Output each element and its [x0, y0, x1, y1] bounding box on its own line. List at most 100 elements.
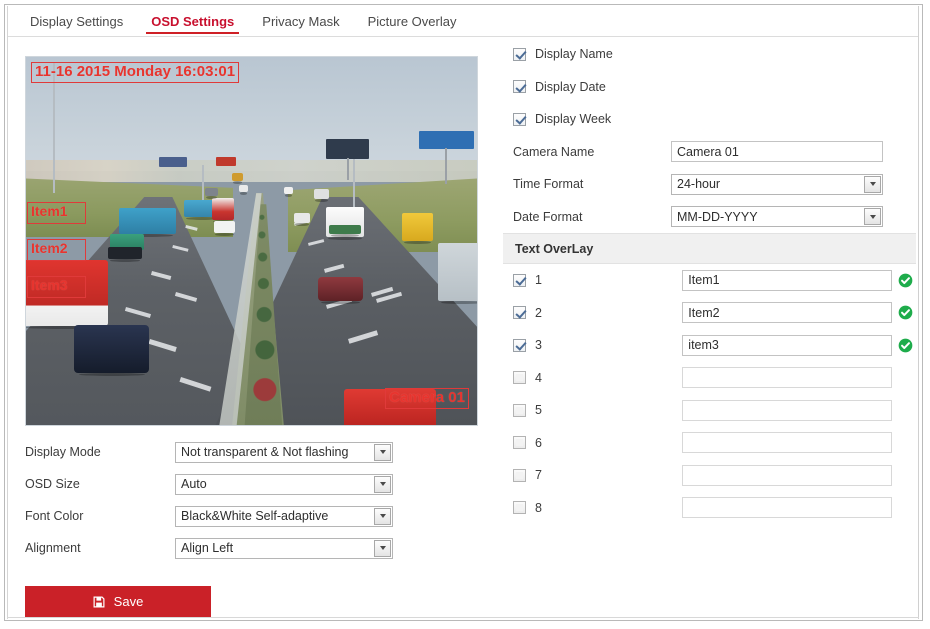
- overlay-text-input-5[interactable]: [682, 399, 892, 421]
- text-overlay-row: 8: [513, 492, 913, 525]
- checkbox-display-week[interactable]: [513, 112, 526, 126]
- status-placeholder: [898, 403, 913, 418]
- checkbox-overlay-7[interactable]: [513, 468, 526, 482]
- video-light-pole: [353, 153, 355, 207]
- tab-bar: Display Settings OSD Settings Privacy Mask…: [8, 7, 918, 37]
- checkbox-overlay-3[interactable]: [513, 338, 526, 352]
- video-billboard-highway-sign: [419, 131, 474, 149]
- overlay-text-input-7[interactable]: [682, 464, 892, 486]
- save-button-label: Save: [113, 594, 144, 609]
- text-overlay-title: Text OverLay: [515, 241, 594, 256]
- osd-settings-page: Display Settings OSD Settings Privacy Mask…: [0, 0, 930, 629]
- chevron-down-icon[interactable]: [374, 507, 391, 525]
- select-font-color[interactable]: Black&White Self-adaptive: [175, 505, 393, 527]
- select-time-format[interactable]: 24-hour: [671, 173, 883, 195]
- checkbox-overlay-5[interactable]: [513, 403, 526, 417]
- video-vehicle-car: [284, 187, 293, 197]
- checkbox-display-name[interactable]: [513, 47, 526, 61]
- select-value: 24-hour: [677, 177, 721, 192]
- overlay-text-input-8[interactable]: [682, 497, 892, 519]
- chevron-down-icon[interactable]: [374, 443, 391, 461]
- setting-label: OSD Size: [25, 477, 80, 491]
- green-check-circle-icon: [898, 273, 913, 288]
- osd-item3-overlay: Item3: [27, 276, 86, 298]
- select-date-format[interactable]: MM-DD-YYYY: [671, 206, 883, 228]
- text-overlay-row: 3: [513, 329, 913, 362]
- video-vehicle-car: [108, 247, 142, 262]
- green-check-circle-icon: [898, 338, 913, 353]
- osd-field-group: Camera Name Time Format 24-hour Date Format…: [513, 136, 913, 234]
- select-value: Auto: [181, 477, 207, 491]
- camera-name-input[interactable]: [671, 141, 883, 163]
- setting-label: Alignment: [25, 541, 81, 555]
- chevron-down-icon[interactable]: [374, 475, 391, 493]
- osd-camera-name-overlay: Camera 01: [385, 388, 469, 409]
- status-placeholder: [898, 435, 913, 450]
- text-overlay-row: 5: [513, 394, 913, 427]
- video-billboard-post: [445, 148, 447, 184]
- osd-item2-overlay: Item2: [27, 239, 86, 261]
- overlay-row-number: 8: [535, 500, 542, 515]
- text-overlay-row: 4: [513, 362, 913, 395]
- checkbox-overlay-4[interactable]: [513, 371, 526, 385]
- tab-privacy-mask[interactable]: Privacy Mask: [248, 7, 353, 36]
- settings-content: 11-16 2015 Monday 16:03:01 Item1 Item2 I…: [8, 38, 918, 617]
- overlay-row-number: 1: [535, 273, 542, 288]
- tab-display-settings[interactable]: Display Settings: [16, 7, 137, 36]
- tab-osd-settings[interactable]: OSD Settings: [137, 7, 248, 36]
- video-vehicle-car: [294, 213, 310, 226]
- tab-picture-overlay[interactable]: Picture Overlay: [354, 7, 471, 36]
- chevron-down-icon[interactable]: [864, 208, 881, 226]
- select-value: Not transparent & Not flashing: [181, 445, 349, 459]
- text-overlay-row: 1: [513, 264, 913, 297]
- video-distant-buildings: [26, 160, 477, 183]
- save-button[interactable]: Save: [25, 586, 211, 617]
- checkbox-overlay-8[interactable]: [513, 501, 526, 515]
- floppy-save-icon: [93, 596, 105, 608]
- select-display-mode[interactable]: Not transparent & Not flashing: [175, 441, 393, 463]
- select-value: Black&White Self-adaptive: [181, 509, 329, 523]
- overlay-text-input-2[interactable]: [682, 302, 892, 324]
- field-row: Camera Name: [513, 136, 913, 169]
- select-value: Align Left: [181, 541, 234, 555]
- video-vehicle-bus: [212, 198, 234, 223]
- checkbox-display-date[interactable]: [513, 80, 526, 94]
- osd-datetime-overlay: 11-16 2015 Monday 16:03:01: [31, 62, 240, 83]
- setting-row: Font Color Black&White Self-adaptive: [25, 500, 425, 532]
- overlay-text-input-1[interactable]: [682, 269, 892, 291]
- video-vehicle-van: [314, 189, 329, 202]
- field-row: Date Format MM-DD-YYYY: [513, 201, 913, 234]
- chevron-down-icon[interactable]: [374, 539, 391, 557]
- video-vehicle-truck: [119, 208, 176, 237]
- display-option-row: Display Name: [513, 38, 913, 71]
- overlay-row-number: 3: [535, 338, 542, 353]
- overlay-row-number: 2: [535, 305, 542, 320]
- overlay-text-input-6[interactable]: [682, 432, 892, 454]
- select-alignment[interactable]: Align Left: [175, 537, 393, 559]
- video-vehicle-dark-red-car: [318, 277, 363, 304]
- setting-row: Alignment Align Left: [25, 532, 425, 564]
- overlay-row-number: 5: [535, 403, 542, 418]
- display-option-label: Display Date: [535, 79, 606, 94]
- checkbox-overlay-1[interactable]: [513, 273, 526, 287]
- display-options-group: Display Name Display Date Display Week: [513, 38, 913, 136]
- display-option-label: Display Name: [535, 47, 613, 62]
- chevron-down-icon[interactable]: [864, 175, 881, 193]
- live-video-preview[interactable]: 11-16 2015 Monday 16:03:01 Item1 Item2 I…: [25, 56, 478, 426]
- video-vehicle-dark-sedan: [74, 325, 149, 376]
- window-border-bottom: [4, 620, 923, 621]
- checkbox-overlay-6[interactable]: [513, 436, 526, 450]
- field-label: Time Format: [513, 177, 584, 192]
- text-overlay-rows: 1 2 3 4 5 6 7 8: [513, 264, 913, 524]
- video-vehicle-truck: [232, 173, 243, 184]
- overlay-text-input-4[interactable]: [682, 367, 892, 389]
- display-option-row: Display Week: [513, 103, 913, 136]
- setting-label: Font Color: [25, 509, 84, 523]
- text-overlay-row: 7: [513, 459, 913, 492]
- save-bar: Save: [25, 586, 211, 617]
- overlay-text-input-3[interactable]: [682, 334, 892, 356]
- video-billboard-post: [347, 158, 349, 180]
- video-vehicle-car: [239, 185, 248, 195]
- select-osd-size[interactable]: Auto: [175, 473, 393, 495]
- checkbox-overlay-2[interactable]: [513, 306, 526, 320]
